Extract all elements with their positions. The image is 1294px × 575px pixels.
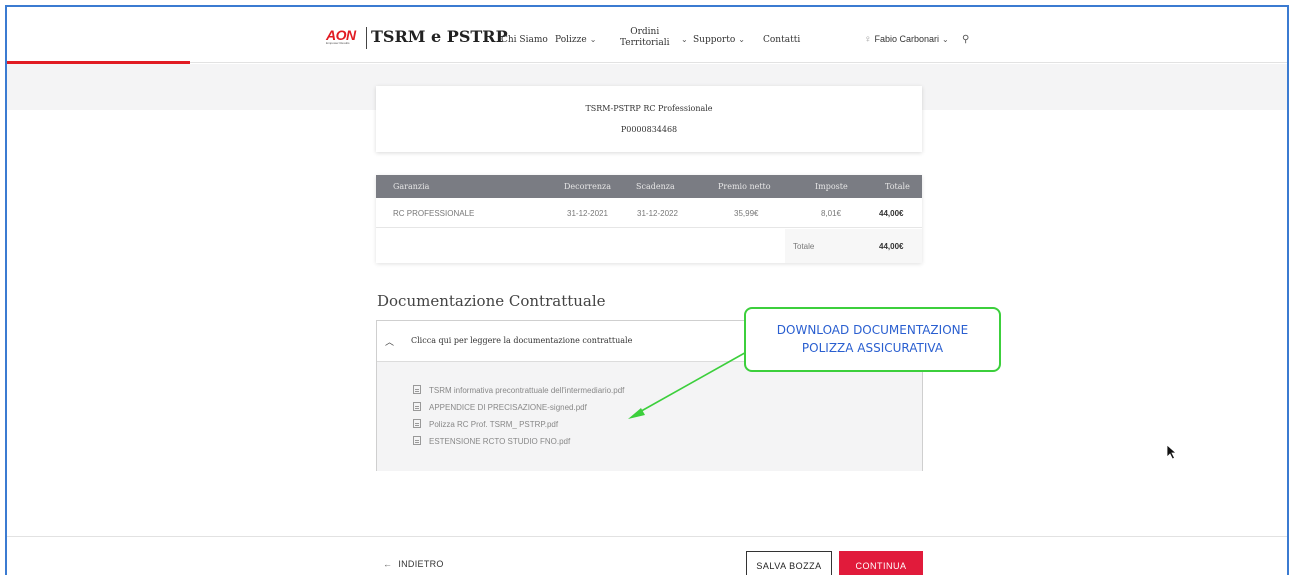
chevron-down-icon: ⌄ <box>738 35 745 44</box>
col-imposte: Imposte <box>815 182 848 191</box>
aon-logo[interactable]: AON Empower Results <box>326 27 362 45</box>
browser-frame: AON Empower Results TSRM e PSTRP Chi Sia… <box>5 5 1289 575</box>
premium-table: Garanzia Decorrenza Scadenza Premio nett… <box>376 175 922 263</box>
policy-number: P0000834468 <box>620 125 678 134</box>
nav-label: Chi Siamo <box>501 35 548 45</box>
user-menu[interactable]: ♀ Fabio Carbonari ⌄ <box>864 34 949 45</box>
nav-ordini-territoriali[interactable]: Ordini Territoriali <box>620 27 669 49</box>
download-annotation: DOWNLOAD DOCUMENTAZIONE POLIZZA ASSICURA… <box>744 307 1001 372</box>
search-icon[interactable]: ⚲ <box>962 34 969 45</box>
cell-scadenza: 31-12-2022 <box>637 209 678 218</box>
nav-supporto[interactable]: Supporto ⌄ <box>693 35 745 45</box>
col-garanzia: Garanzia <box>393 182 430 191</box>
total-label: Totale <box>793 242 815 251</box>
save-draft-button[interactable]: SALVA BOZZA <box>746 551 832 575</box>
policy-product: TSRM-PSTRP RC Professionale <box>585 104 713 113</box>
cell-decorrenza: 31-12-2021 <box>567 209 608 218</box>
back-label: INDIETRO <box>398 559 444 569</box>
cell-imposte: 8,01€ <box>821 209 842 218</box>
file-name: APPENDICE DI PRECISAZIONE-signed.pdf <box>429 403 587 412</box>
user-icon: ♀ <box>864 34 872 45</box>
document-icon <box>413 419 421 428</box>
file-link[interactable]: APPENDICE DI PRECISAZIONE-signed.pdf <box>413 402 587 412</box>
table-header: Garanzia Decorrenza Scadenza Premio nett… <box>376 175 922 198</box>
accordion-label: Clicca qui per leggere la documentazione… <box>411 336 633 345</box>
document-icon <box>413 402 421 411</box>
col-totale: Totale <box>885 182 910 191</box>
accordion-body: TSRM informativa precontrattuale dell'in… <box>377 362 922 471</box>
file-link[interactable]: TSRM informativa precontrattuale dell'in… <box>413 385 624 395</box>
cell-totale: 44,00€ <box>879 209 904 218</box>
nav-polizze[interactable]: Polizze ⌄ <box>555 35 596 45</box>
nav-label-line2: Territoriali <box>620 38 670 48</box>
file-name: TSRM informativa precontrattuale dell'in… <box>429 386 625 395</box>
nav-label-line1: Ordini <box>630 27 660 37</box>
col-scadenza: Scadenza <box>636 182 675 191</box>
footer-bar: ← INDIETRO SALVA BOZZA CONTINUA <box>7 536 1287 575</box>
annotation-line1: DOWNLOAD DOCUMENTAZIONE <box>776 323 969 337</box>
nav-chi-siamo[interactable]: Chi Siamo <box>501 35 548 45</box>
document-icon <box>413 385 421 394</box>
file-name: Polizza RC Prof. TSRM_ PSTRP.pdf <box>429 420 559 429</box>
annotation-line2: POLIZZA ASSICURATIVA <box>801 341 944 355</box>
chevron-down-icon: ⌄ <box>589 35 597 44</box>
brand-divider <box>366 27 367 49</box>
arrow-left-icon: ← <box>383 559 393 569</box>
user-name: Fabio Carbonari <box>874 34 940 44</box>
col-premio-netto: Premio netto <box>718 182 771 191</box>
chevron-down-icon: ⌄ <box>681 35 688 44</box>
docs-title: Documentazione Contrattuale <box>377 292 606 310</box>
file-name: ESTENSIONE RCTO STUDIO FNO.pdf <box>429 437 571 446</box>
document-icon <box>413 436 421 445</box>
nav-ordini-chevron[interactable]: ⌄ <box>678 35 688 45</box>
continue-button[interactable]: CONTINUA <box>839 551 923 575</box>
table-total-row: Totale 44,00€ <box>376 229 922 263</box>
nav-label: Polizze <box>555 35 587 45</box>
top-header: AON Empower Results TSRM e PSTRP Chi Sia… <box>7 7 1287 64</box>
nav-contatti[interactable]: Contatti <box>763 35 800 45</box>
total-value: 44,00€ <box>879 242 904 251</box>
file-link[interactable]: ESTENSIONE RCTO STUDIO FNO.pdf <box>413 436 570 446</box>
policy-card: TSRM-PSTRP RC Professionale P0000834468 <box>376 86 922 152</box>
chevron-down-icon: ⌄ <box>942 35 949 44</box>
nav-label: Supporto <box>693 35 736 45</box>
brand-title[interactable]: TSRM e PSTRP <box>371 27 508 46</box>
cell-premio: 35,99€ <box>734 209 759 218</box>
file-link[interactable]: Polizza RC Prof. TSRM_ PSTRP.pdf <box>413 419 558 429</box>
nav-label: Contatti <box>763 35 801 45</box>
table-row: RC PROFESSIONALE 31-12-2021 31-12-2022 3… <box>376 198 922 228</box>
mouse-cursor-icon <box>1166 444 1178 460</box>
cell-garanzia: RC PROFESSIONALE <box>393 209 475 218</box>
logo-text: AON <box>326 27 356 43</box>
logo-subtitle: Empower Results <box>326 41 350 45</box>
back-button[interactable]: ← INDIETRO <box>383 559 444 569</box>
chevron-up-icon: ︿ <box>385 337 395 347</box>
col-decorrenza: Decorrenza <box>564 182 611 191</box>
